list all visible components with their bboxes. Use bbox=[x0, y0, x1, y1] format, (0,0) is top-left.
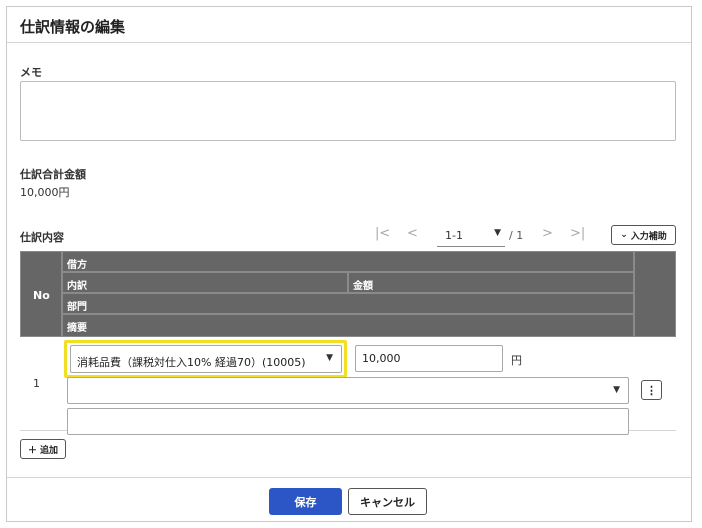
dialog-footer: 保存 キャンセル bbox=[7, 477, 691, 523]
account-select[interactable]: 消耗品費（課税対仕入10% 経過70）(10005) ▼ bbox=[70, 345, 342, 373]
add-row-button[interactable]: ＋ 追加 bbox=[20, 439, 66, 459]
cancel-button[interactable]: キャンセル bbox=[348, 488, 427, 515]
amount-input[interactable] bbox=[355, 345, 503, 372]
total-amount-value: 10,000円 bbox=[20, 186, 70, 199]
column-department: 部門 bbox=[62, 293, 634, 314]
dialog-header: 仕訳情報の編集 bbox=[7, 7, 691, 43]
memo-label: メモ bbox=[20, 66, 42, 79]
edit-journal-dialog: 仕訳情報の編集 メモ 仕訳合計金額 10,000円 仕訳内容 |< < 1-1 … bbox=[6, 6, 692, 522]
chevron-down-icon: ⌄ bbox=[620, 230, 628, 240]
journal-details-label: 仕訳内容 bbox=[20, 231, 64, 244]
column-debit: 借方 bbox=[62, 251, 634, 272]
account-select-value: 消耗品費（課税対仕入10% 経過70）(10005) bbox=[77, 356, 306, 369]
chevron-down-icon: ▼ bbox=[326, 353, 333, 363]
column-breakdown: 内訳 bbox=[62, 272, 348, 293]
table-row: 1 消耗品費（課税対仕入10% 経過70）(10005) ▼ 円 ▼ ⋮ bbox=[20, 337, 676, 435]
total-amount-label: 仕訳合計金額 bbox=[20, 168, 86, 181]
column-summary: 摘要 bbox=[62, 314, 634, 337]
input-assist-button[interactable]: ⌄ 入力補助 bbox=[611, 225, 676, 245]
save-button[interactable]: 保存 bbox=[269, 488, 342, 515]
prev-page-icon[interactable]: < bbox=[407, 226, 418, 241]
column-no: No bbox=[20, 251, 62, 337]
next-page-icon[interactable]: > bbox=[542, 226, 553, 241]
page-total: / 1 bbox=[509, 229, 524, 242]
row-number: 1 bbox=[33, 377, 40, 390]
currency-unit: 円 bbox=[511, 354, 522, 367]
summary-input[interactable] bbox=[67, 408, 629, 435]
chevron-down-icon: ▼ bbox=[494, 228, 501, 238]
memo-textarea[interactable] bbox=[20, 81, 676, 141]
more-vertical-icon: ⋮ bbox=[646, 384, 657, 397]
column-amount: 金額 bbox=[348, 272, 634, 293]
input-assist-label: 入力補助 bbox=[630, 231, 667, 242]
last-page-icon[interactable]: >| bbox=[570, 226, 585, 241]
page-range-value: 1-1 bbox=[445, 229, 463, 242]
chevron-down-icon: ▼ bbox=[613, 385, 620, 395]
column-actions bbox=[634, 251, 676, 337]
row-menu-button[interactable]: ⋮ bbox=[641, 380, 662, 400]
add-row-label: 追加 bbox=[40, 445, 59, 456]
plus-icon: ＋ bbox=[27, 445, 37, 456]
first-page-icon[interactable]: |< bbox=[375, 226, 390, 241]
page-range-select[interactable]: 1-1 ▼ bbox=[437, 225, 505, 247]
department-select[interactable]: ▼ bbox=[67, 377, 629, 404]
dialog-title: 仕訳情報の編集 bbox=[20, 18, 126, 36]
